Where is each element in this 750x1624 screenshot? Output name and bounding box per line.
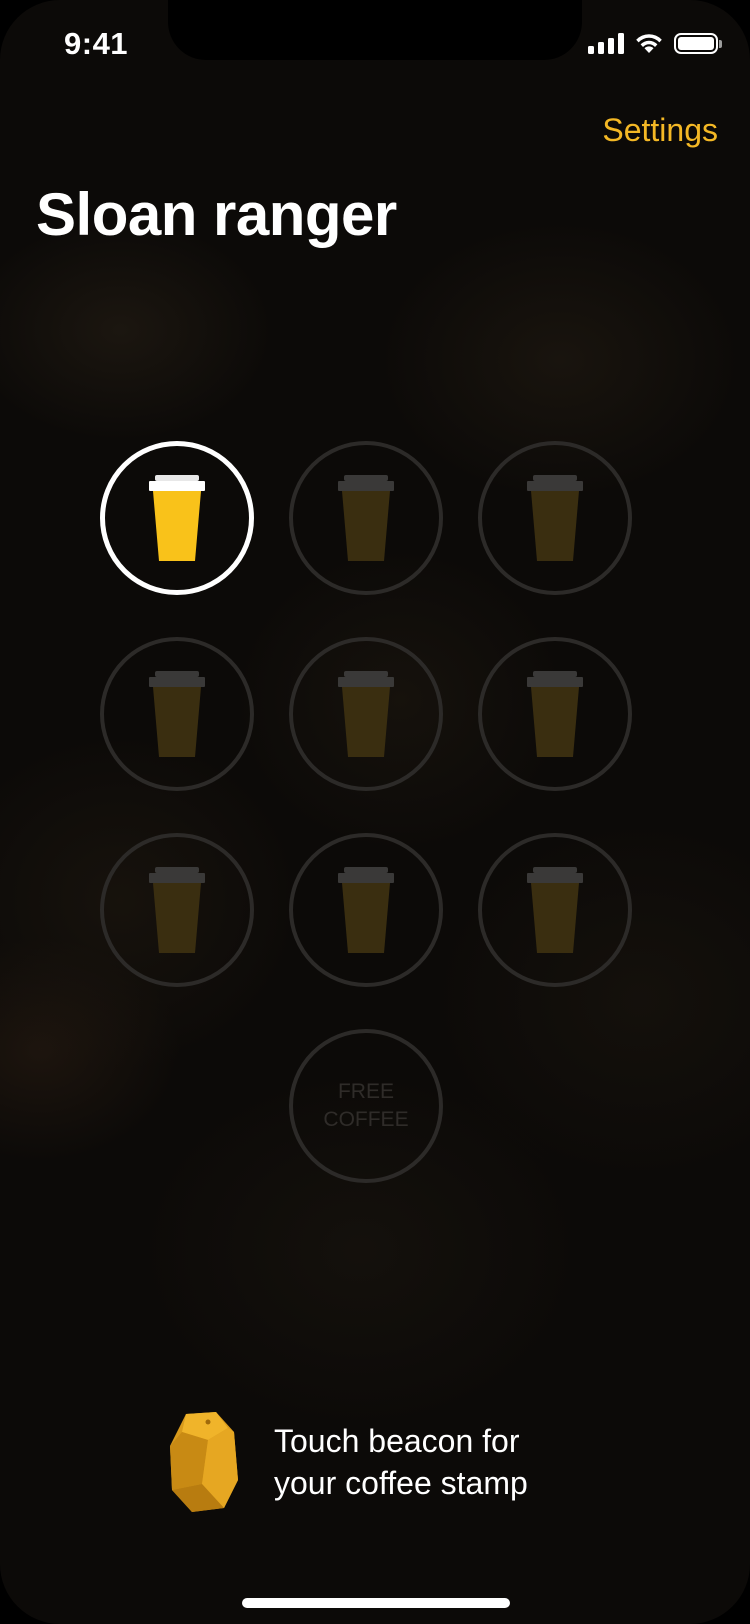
status-icons — [588, 32, 722, 54]
battery-icon — [674, 32, 722, 54]
status-bar: 9:41 — [0, 0, 750, 90]
free-coffee-label: FREE COFFEE — [311, 1078, 421, 1134]
coffee-cup-icon — [149, 475, 205, 561]
stamp-slot-6 — [478, 637, 632, 791]
notch — [168, 0, 582, 60]
stamp-slot-8 — [289, 833, 443, 987]
app-screen: 9:41 Settings Sloan ranger FREE COFFEE T… — [0, 0, 750, 1624]
home-indicator[interactable] — [242, 1598, 510, 1608]
beacon-prompt: Touch beacon for your coffee stamp — [168, 1410, 528, 1514]
page-title: Sloan ranger — [36, 181, 397, 248]
stamp-slot-5 — [289, 637, 443, 791]
beacon-instructions: Touch beacon for your coffee stamp — [274, 1420, 528, 1504]
stamp-slot-1 — [100, 441, 254, 595]
coffee-cup-icon — [338, 475, 394, 561]
stamp-slot-9 — [478, 833, 632, 987]
beacon-icon — [170, 1412, 238, 1512]
coffee-cup-icon — [527, 475, 583, 561]
coffee-cup-icon — [527, 671, 583, 757]
beacon-text-line2: your coffee stamp — [274, 1465, 528, 1501]
stamp-slot-4 — [100, 637, 254, 791]
status-time: 9:41 — [64, 26, 129, 61]
wifi-icon — [636, 34, 662, 53]
free-label-line2: COFFEE — [323, 1108, 409, 1131]
beacon-text-line1: Touch beacon for — [274, 1423, 520, 1459]
cellular-signal-icon — [588, 32, 624, 54]
stamp-slot-7 — [100, 833, 254, 987]
free-label-line1: FREE — [337, 1080, 394, 1103]
coffee-cup-icon — [338, 671, 394, 757]
coffee-cup-icon — [527, 867, 583, 953]
settings-button[interactable]: Settings — [602, 112, 718, 149]
stamp-slot-3 — [478, 441, 632, 595]
coffee-cup-icon — [149, 671, 205, 757]
coffee-cup-icon — [338, 867, 394, 953]
free-coffee-reward: FREE COFFEE — [289, 1029, 443, 1183]
stamp-slot-2 — [289, 441, 443, 595]
coffee-cup-icon — [149, 867, 205, 953]
